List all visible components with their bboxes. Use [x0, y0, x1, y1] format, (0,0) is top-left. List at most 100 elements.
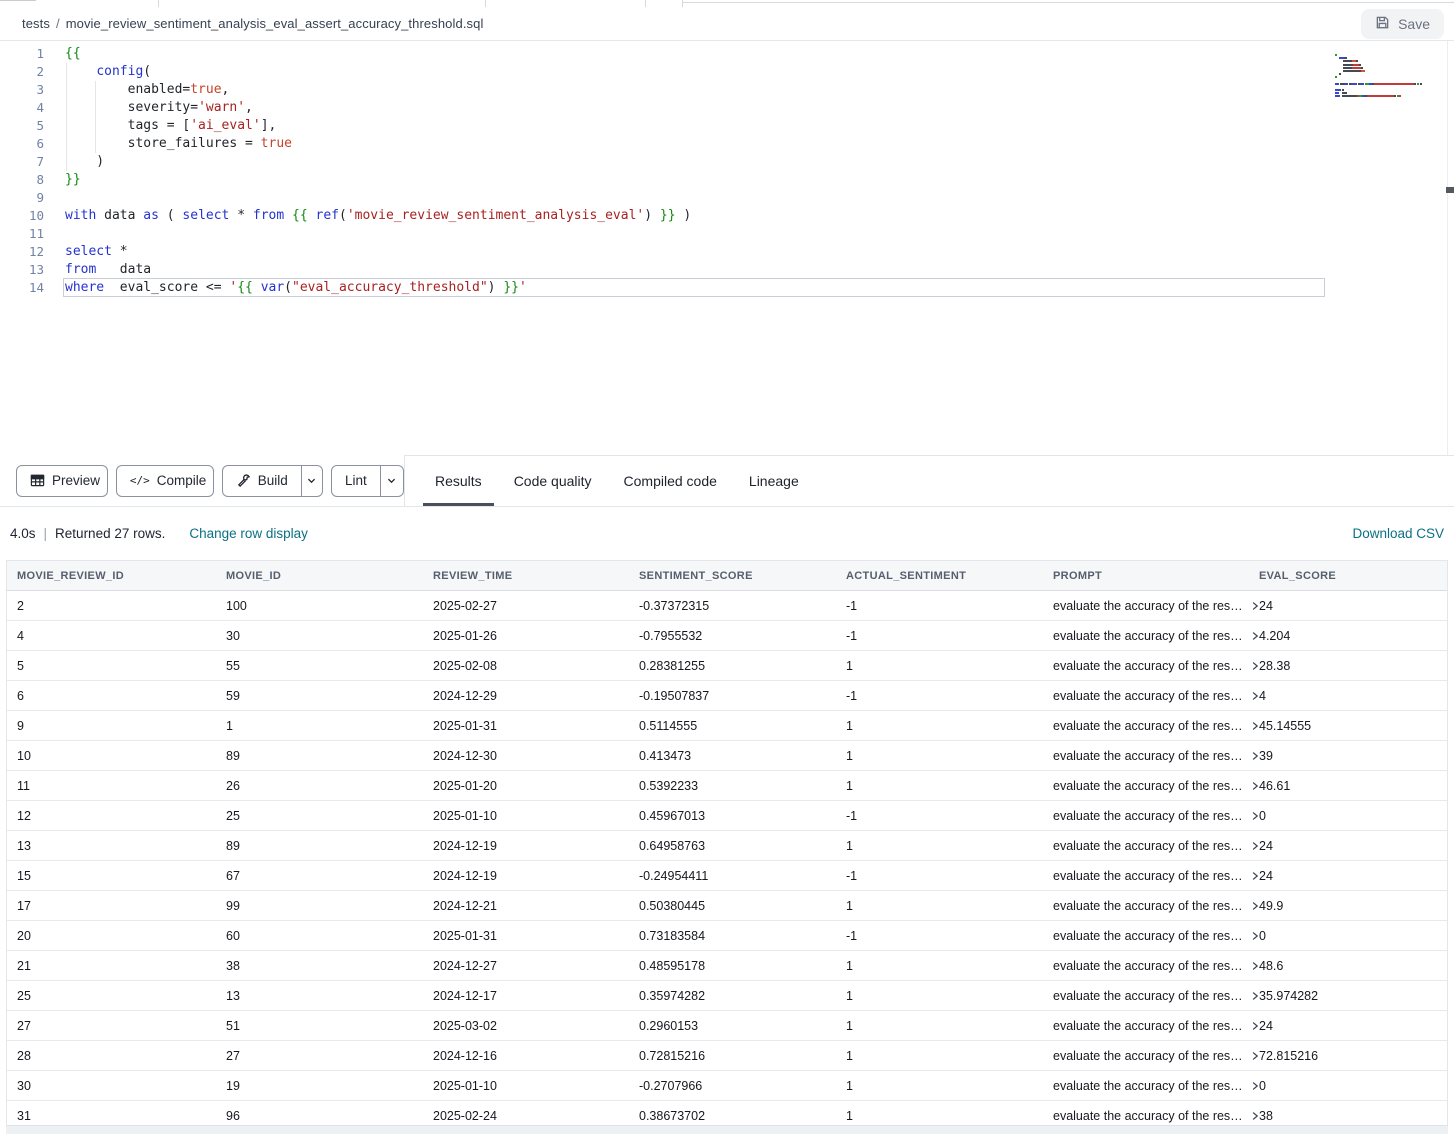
code-token: from	[65, 262, 96, 277]
minimap-line	[1335, 88, 1443, 90]
table-row[interactable]: 10892024-12-300.4134731evaluate the accu…	[7, 741, 1447, 771]
editor-scrollbar-track[interactable]	[1447, 41, 1448, 455]
table-row[interactable]: 27512025-03-020.29601531evaluate the acc…	[7, 1011, 1447, 1041]
breadcrumb: tests/movie_review_sentiment_analysis_ev…	[22, 16, 483, 31]
prompt-truncated-text: evaluate the accuracy of the res…	[1053, 779, 1243, 793]
cell-actual-sentiment: 1	[846, 1079, 1053, 1093]
code-line[interactable]: select *	[65, 243, 691, 261]
cell-eval-score: 46.61	[1259, 779, 1447, 793]
tab-compiled-code[interactable]: Compiled code	[624, 456, 717, 506]
download-csv-link[interactable]: Download CSV	[1352, 526, 1444, 541]
table-row[interactable]: 21002025-02-27-0.37372315-1evaluate the …	[7, 591, 1447, 621]
table-row[interactable]: 17992024-12-210.503804451evaluate the ac…	[7, 891, 1447, 921]
hammer-icon	[236, 473, 251, 488]
minimap-line	[1335, 47, 1443, 49]
cell-movie-id: 25	[226, 809, 433, 823]
minimap-segment	[1399, 95, 1401, 97]
code-line[interactable]: enabled=true,	[65, 81, 691, 99]
build-button[interactable]: Build	[223, 466, 301, 496]
cell-sentiment-score: -0.19507837	[639, 689, 846, 703]
cell-movie-review-id: 30	[17, 1079, 226, 1093]
cell-sentiment-score: -0.2707966	[639, 1079, 846, 1093]
cell-prompt: evaluate the accuracy of the res…	[1053, 1019, 1259, 1033]
code-line[interactable]: }}	[65, 171, 691, 189]
minimap-line	[1335, 79, 1443, 81]
code-line[interactable]: with data as ( select * from {{ ref('mov…	[65, 207, 691, 225]
line-number: 1	[0, 45, 44, 63]
table-row[interactable]: 6592024-12-29-0.19507837-1evaluate the a…	[7, 681, 1447, 711]
tab-results[interactable]: Results	[435, 456, 482, 506]
code-token: severity=	[65, 100, 198, 115]
tab-code-quality[interactable]: Code quality	[514, 456, 592, 506]
code-line[interactable]: {{	[65, 45, 691, 63]
tab-lineage[interactable]: Lineage	[749, 456, 799, 506]
table-row[interactable]: 13892024-12-190.649587631evaluate the ac…	[7, 831, 1447, 861]
code-token: select	[182, 208, 229, 223]
cell-prompt: evaluate the accuracy of the res…	[1053, 929, 1259, 943]
cell-movie-review-id: 10	[17, 749, 226, 763]
code-line[interactable]	[65, 189, 691, 207]
cell-actual-sentiment: 1	[846, 659, 1053, 673]
save-icon	[1375, 15, 1390, 33]
code-token	[65, 64, 96, 79]
lint-dropdown-toggle[interactable]	[380, 466, 403, 496]
code-line[interactable]: store_failures = true	[65, 135, 691, 153]
table-row[interactable]: 21382024-12-270.485951781evaluate the ac…	[7, 951, 1447, 981]
results-tab-bar: Results Code quality Compiled code Lineage	[404, 455, 1454, 506]
code-token: ref	[316, 208, 339, 223]
build-dropdown-toggle[interactable]	[301, 466, 322, 496]
cell-eval-score: 45.14555	[1259, 719, 1447, 733]
minimap-segment	[1420, 83, 1422, 85]
cell-movie-id: 96	[226, 1109, 433, 1123]
minimap-line	[1335, 50, 1443, 52]
cell-actual-sentiment: 1	[846, 1109, 1053, 1123]
cell-eval-score: 35.974282	[1259, 989, 1447, 1003]
table-row[interactable]: 4302025-01-26-0.7955532-1evaluate the ac…	[7, 621, 1447, 651]
table-row[interactable]: 11262025-01-200.53922331evaluate the acc…	[7, 771, 1447, 801]
preview-button[interactable]: Preview	[16, 465, 108, 497]
code-line[interactable]	[65, 225, 691, 243]
sql-code-editor[interactable]: 1234567891011121314 {{ config( enabled=t…	[0, 41, 1454, 455]
code-line[interactable]: from data	[65, 261, 691, 279]
column-header-movie_review_id: MOVIE_REVIEW_ID	[17, 570, 226, 582]
table-row[interactable]: 5552025-02-080.283812551evaluate the acc…	[7, 651, 1447, 681]
cell-movie-review-id: 20	[17, 929, 226, 943]
code-line[interactable]: )	[65, 153, 691, 171]
cell-actual-sentiment: -1	[846, 929, 1053, 943]
editor-minimap[interactable]	[1335, 47, 1443, 92]
minimap-line	[1335, 63, 1443, 65]
horizontal-scrollbar[interactable]	[6, 1125, 1448, 1134]
minimap-segment	[1342, 92, 1346, 94]
code-lines[interactable]: {{ config( enabled=true, severity='warn'…	[65, 45, 691, 297]
cell-review-time: 2025-01-10	[433, 809, 639, 823]
table-row[interactable]: 20602025-01-310.73183584-1evaluate the a…	[7, 921, 1447, 951]
cell-sentiment-score: 0.2960153	[639, 1019, 846, 1033]
cell-sentiment-score: -0.37372315	[639, 599, 846, 613]
cell-review-time: 2024-12-21	[433, 899, 639, 913]
editor-scrollbar-thumb[interactable]	[1446, 187, 1454, 193]
table-row[interactable]: 912025-01-310.51145551evaluate the accur…	[7, 711, 1447, 741]
table-row[interactable]: 28272024-12-160.728152161evaluate the ac…	[7, 1041, 1447, 1071]
table-row[interactable]: 30192025-01-10-0.27079661evaluate the ac…	[7, 1071, 1447, 1101]
code-line[interactable]: severity='warn',	[65, 99, 691, 117]
column-header-prompt: PROMPT	[1053, 570, 1259, 582]
line-number: 2	[0, 63, 44, 81]
compile-button-label: Compile	[157, 473, 207, 488]
change-row-display-link[interactable]: Change row display	[189, 526, 308, 541]
table-row[interactable]: 25132024-12-170.359742821evaluate the ac…	[7, 981, 1447, 1011]
column-header-review_time: REVIEW_TIME	[433, 570, 639, 582]
table-row[interactable]: 12252025-01-100.45967013-1evaluate the a…	[7, 801, 1447, 831]
cell-eval-score: 49.9	[1259, 899, 1447, 913]
code-line[interactable]: config(	[65, 63, 691, 81]
cell-movie-review-id: 15	[17, 869, 226, 883]
code-token: data	[96, 208, 143, 223]
save-button[interactable]: Save	[1361, 9, 1444, 39]
compile-button[interactable]: </> Compile	[116, 465, 214, 497]
table-row[interactable]: 15672024-12-19-0.24954411-1evaluate the …	[7, 861, 1447, 891]
minimap-segment	[1367, 95, 1393, 97]
code-line[interactable]: tags = ['ai_eval'],	[65, 117, 691, 135]
results-status-row: 4.0s | Returned 27 rows. Change row disp…	[0, 507, 1454, 560]
tab-strip-line	[0, 0, 36, 1]
lint-button[interactable]: Lint	[332, 466, 380, 496]
cell-review-time: 2025-02-08	[433, 659, 639, 673]
